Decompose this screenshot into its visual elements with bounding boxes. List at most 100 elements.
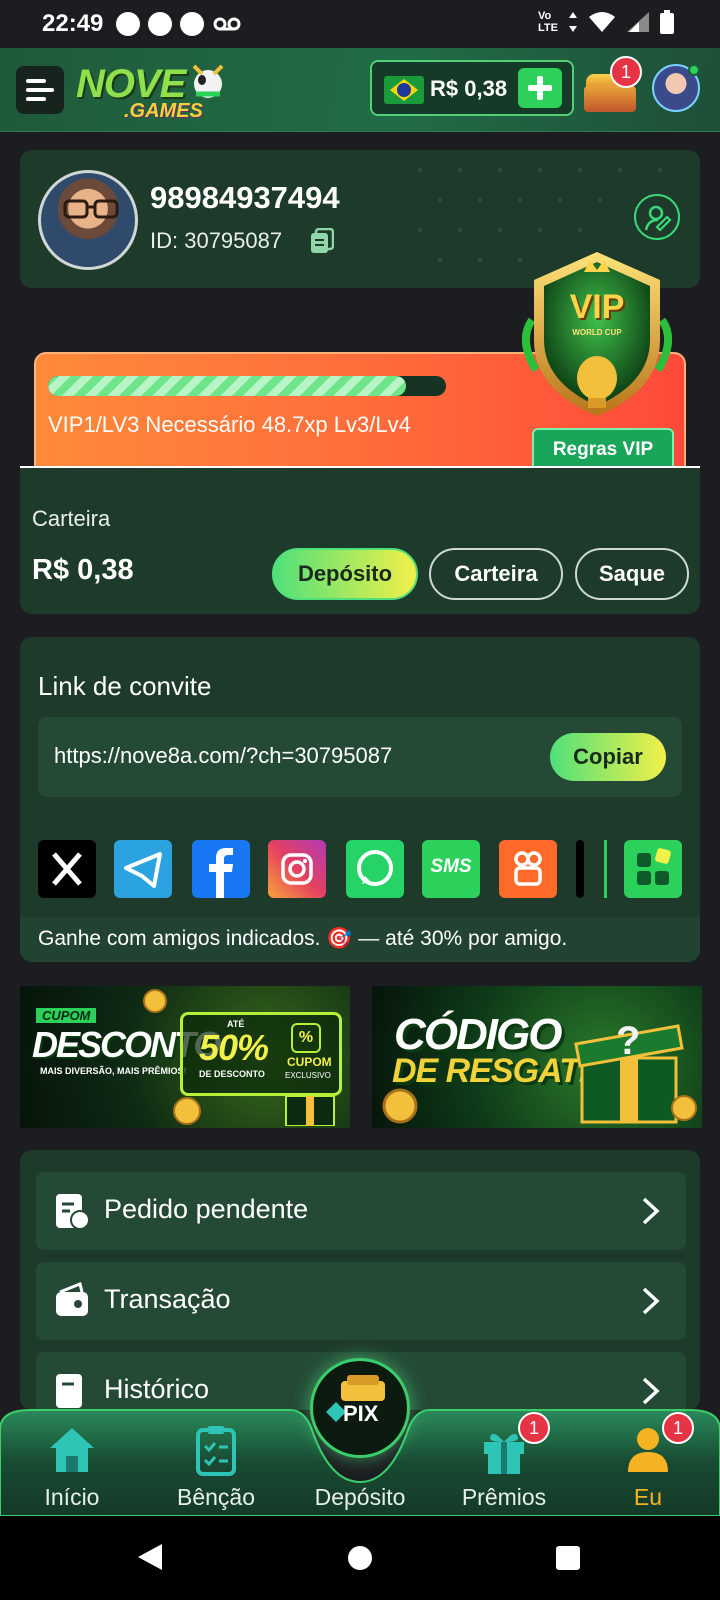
gift-box-icon bbox=[285, 1095, 335, 1126]
share-overflow bbox=[576, 840, 584, 898]
instagram-icon bbox=[281, 853, 313, 885]
clock: 22:49 bbox=[42, 10, 104, 37]
data-arrows-icon bbox=[569, 12, 577, 32]
system-navigation-bar bbox=[0, 1516, 720, 1600]
invite-note: Ganhe com amigos indicados. 🎯 — até 30% … bbox=[38, 927, 568, 950]
gold-coin-icon bbox=[382, 1088, 418, 1124]
treasure-chest-button[interactable]: 1 bbox=[582, 56, 642, 116]
chevron-right-icon bbox=[642, 1197, 660, 1225]
edit-profile-button[interactable] bbox=[634, 194, 680, 240]
withdraw-button[interactable]: Saque bbox=[575, 548, 689, 600]
invite-title: Link de convite bbox=[38, 671, 212, 701]
wallet-label: Carteira bbox=[32, 506, 111, 531]
invite-link-box: https://nove8a.com/?ch=30795087 Copiar bbox=[38, 717, 682, 797]
nav-prizes[interactable]: Prêmios 1 bbox=[444, 1412, 564, 1516]
volte-indicator: Vo LTE bbox=[538, 10, 558, 34]
profile-username: 98984937494 bbox=[150, 180, 340, 215]
copy-link-button[interactable]: Copiar bbox=[550, 733, 666, 781]
glasses-icon bbox=[63, 199, 119, 219]
telegram-icon bbox=[124, 852, 162, 888]
menu-item-transaction[interactable]: Transação bbox=[36, 1262, 686, 1340]
app-header: NOVE .GAMES R$ 0,38 1 bbox=[0, 48, 720, 132]
nav-home[interactable]: Início bbox=[12, 1420, 132, 1516]
wallet-card: Carteira R$ 0,38 Depósito Carteira Saque bbox=[20, 468, 700, 614]
home-icon bbox=[50, 1428, 94, 1472]
nove-games-logo[interactable]: NOVE .GAMES bbox=[76, 60, 226, 122]
menu-item-pending-order[interactable]: Pedido pendente bbox=[36, 1172, 686, 1250]
discount-percent: 50% bbox=[199, 1027, 269, 1068]
discount-coupon-banner[interactable]: CUPOM DESCONTO MAIS DIVERSÃO, MAIS PRÊMI… bbox=[20, 986, 350, 1128]
vip-world-cup-badge[interactable]: VIP WORLD CUP bbox=[522, 250, 672, 420]
balance-display[interactable]: R$ 0,38 bbox=[370, 60, 574, 116]
menu-icon bbox=[26, 79, 46, 83]
more-apps-icon bbox=[637, 848, 671, 885]
prizes-badge: 1 bbox=[518, 1412, 550, 1444]
header-avatar[interactable] bbox=[652, 64, 700, 112]
sms-icon: SMS bbox=[430, 856, 472, 877]
share-more-button[interactable] bbox=[624, 840, 682, 898]
chat-notification-icon bbox=[116, 12, 140, 36]
invite-footer: Ganhe com amigos indicados. 🎯 — até 30% … bbox=[20, 917, 700, 962]
gold-coin-icon bbox=[173, 1097, 201, 1125]
brazil-flag-icon bbox=[384, 76, 424, 104]
header-balance: R$ 0,38 bbox=[430, 76, 508, 101]
wallet-button[interactable]: Carteira bbox=[429, 548, 563, 600]
recents-icon[interactable] bbox=[554, 1544, 582, 1572]
nav-blessing[interactable]: Bênção bbox=[156, 1420, 276, 1516]
online-indicator bbox=[688, 64, 700, 76]
me-badge: 1 bbox=[662, 1412, 694, 1444]
coupon-tag: CUPOM bbox=[36, 1008, 97, 1023]
menu-item-label: Pedido pendente bbox=[104, 1194, 309, 1224]
checklist-icon bbox=[196, 1426, 236, 1476]
share-whatsapp-button[interactable] bbox=[346, 840, 404, 898]
app-notification-icon bbox=[180, 12, 204, 36]
whatsapp-notification-icon bbox=[148, 12, 172, 36]
home-button-icon[interactable] bbox=[346, 1544, 374, 1572]
vip-rules-button[interactable]: Regras VIP bbox=[532, 428, 674, 469]
vip-progress-fill bbox=[48, 376, 407, 396]
battery-icon bbox=[660, 10, 674, 34]
whatsapp-icon bbox=[357, 850, 393, 886]
pix-label: PIX bbox=[343, 1401, 379, 1426]
chevron-right-icon bbox=[642, 1287, 660, 1315]
status-bar: 22:49 Vo LTE bbox=[0, 0, 720, 48]
vip-badge-title: VIP bbox=[569, 288, 625, 326]
vip-progress-bar bbox=[48, 376, 446, 396]
discount-subtitle: MAIS DIVERSÃO, MAIS PRÊMIOS! bbox=[40, 1066, 187, 1076]
pix-deposit-button[interactable]: PIX bbox=[310, 1358, 410, 1458]
kwai-icon bbox=[514, 851, 542, 886]
edit-user-icon bbox=[644, 205, 672, 232]
x-icon bbox=[52, 852, 82, 886]
deposit-button[interactable]: Depósito bbox=[272, 548, 418, 600]
vip-badge-sub: WORLD CUP bbox=[572, 328, 622, 337]
wifi-icon bbox=[589, 12, 615, 32]
share-telegram-button[interactable] bbox=[114, 840, 172, 898]
gold-coin-icon bbox=[143, 989, 167, 1013]
voicemail-icon bbox=[213, 17, 241, 31]
wallet-coin-icon bbox=[341, 1375, 385, 1401]
redeem-code-banner[interactable]: CÓDIGO DE RESGATE ? bbox=[372, 986, 702, 1128]
pending-order-icon bbox=[56, 1194, 90, 1230]
copy-icon[interactable] bbox=[310, 228, 334, 254]
chest-badge: 1 bbox=[610, 56, 642, 88]
menu-item-label: Transação bbox=[104, 1284, 231, 1314]
percent-icon: % bbox=[291, 1023, 321, 1053]
add-funds-button[interactable] bbox=[518, 68, 562, 108]
share-facebook-button[interactable] bbox=[192, 840, 250, 898]
invite-link-text[interactable]: https://nove8a.com/?ch=30795087 bbox=[54, 743, 392, 769]
share-divider bbox=[604, 840, 607, 898]
signal-icon bbox=[627, 12, 649, 32]
share-instagram-button[interactable] bbox=[268, 840, 326, 898]
profile-avatar[interactable] bbox=[38, 170, 138, 270]
facebook-icon bbox=[209, 848, 233, 898]
wallet-balance: R$ 0,38 bbox=[32, 554, 134, 586]
share-sms-button[interactable]: SMS bbox=[422, 840, 480, 898]
share-x-button[interactable] bbox=[38, 840, 96, 898]
back-icon[interactable] bbox=[136, 1542, 164, 1572]
invite-card: Link de convite https://nove8a.com/?ch=3… bbox=[20, 637, 700, 962]
profile-id: ID: 30795087 bbox=[150, 228, 283, 253]
menu-button[interactable] bbox=[16, 66, 64, 114]
share-kwai-button[interactable] bbox=[499, 840, 557, 898]
nav-me[interactable]: Eu 1 bbox=[588, 1412, 708, 1516]
svg-text:?: ? bbox=[616, 1019, 640, 1063]
